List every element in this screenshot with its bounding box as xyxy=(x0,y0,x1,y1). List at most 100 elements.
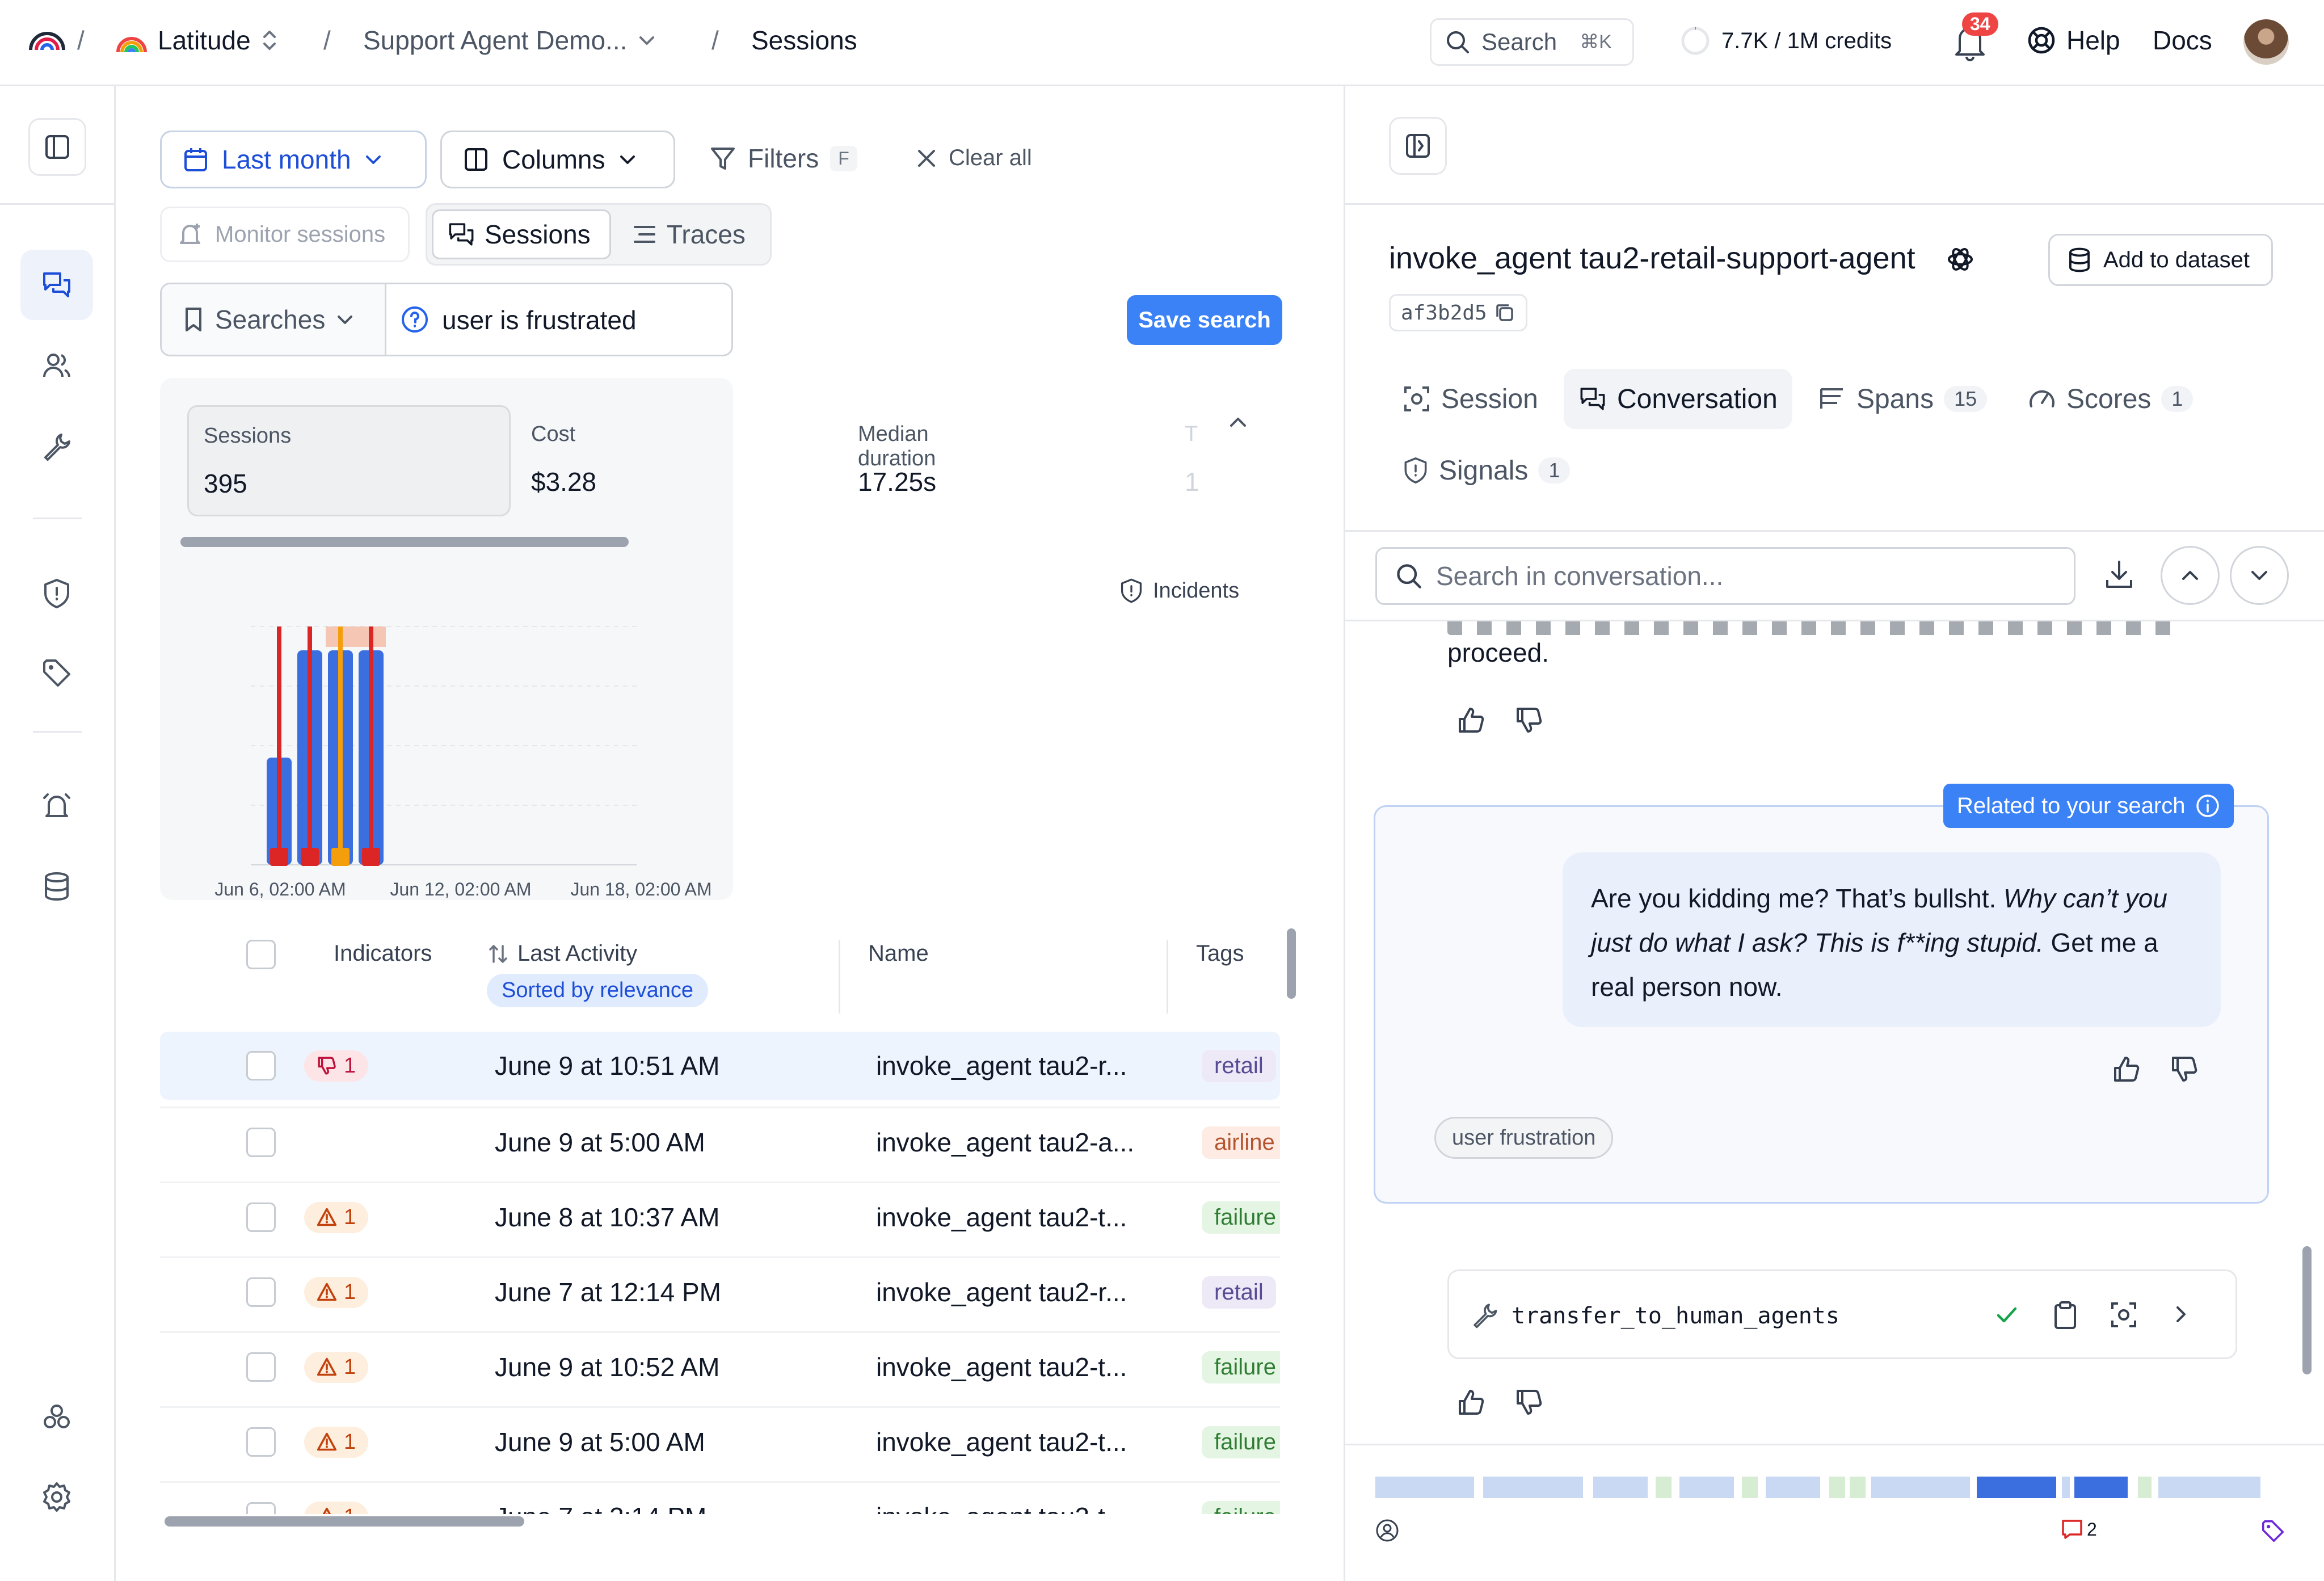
row-checkbox[interactable] xyxy=(246,1483,276,1514)
warning-triangle-icon xyxy=(317,1207,337,1227)
thumbs-down-icon[interactable] xyxy=(1514,1387,1544,1417)
row-checkbox[interactable] xyxy=(246,1333,276,1401)
openai-icon xyxy=(1944,243,1977,276)
indicator-count: 1 xyxy=(344,1053,356,1078)
row-checkbox[interactable] xyxy=(246,1032,276,1100)
clipboard-icon[interactable] xyxy=(2052,1301,2079,1330)
indicator-badge[interactable]: 1 xyxy=(304,1426,369,1458)
table-row[interactable]: 1 June 9 at 10:51 AM invoke_agent tau2-r..… xyxy=(160,1032,1280,1100)
thumbs-up-icon[interactable] xyxy=(1456,1387,1486,1417)
help-button[interactable]: Help xyxy=(2027,25,2120,56)
tag-badge[interactable]: failure xyxy=(1202,1201,1280,1234)
wrench-icon xyxy=(1471,1301,1499,1329)
annotation-tag[interactable]: user frustration xyxy=(1434,1117,1614,1159)
table-row[interactable]: 1 June 7 at 2:14 PM invoke_agent tau2-t...… xyxy=(160,1481,1280,1514)
table-row[interactable]: 1 June 8 at 10:37 AM invoke_agent tau2-t..… xyxy=(160,1181,1280,1250)
detail-header-divider xyxy=(1345,203,2324,205)
row-checkbox[interactable] xyxy=(246,1108,276,1176)
indicator-badge[interactable]: 1 xyxy=(304,1276,369,1308)
avatar[interactable] xyxy=(2243,19,2289,65)
conversation-scrollbar[interactable] xyxy=(2302,1246,2312,1374)
add-to-dataset-button[interactable]: Add to dataset xyxy=(2048,234,2273,286)
tag-badge[interactable]: failure xyxy=(1202,1351,1280,1384)
table-row[interactable]: 1 June 9 at 10:52 AM invoke_agent tau2-t..… xyxy=(160,1331,1280,1399)
previous-match-button[interactable] xyxy=(2161,546,2220,605)
chevron-right-icon[interactable] xyxy=(2170,1303,2192,1326)
table-row[interactable]: June 9 at 5:00 AM invoke_agent tau2-a... a… xyxy=(160,1107,1280,1175)
tool-call-card[interactable]: transfer_to_human_agents xyxy=(1447,1269,2237,1359)
global-search[interactable]: Search ⌘K xyxy=(1430,18,1634,66)
tag-badge[interactable]: airline xyxy=(1202,1126,1280,1159)
row-checkbox[interactable] xyxy=(246,1258,276,1326)
add-to-dataset-label: Add to dataset xyxy=(2103,247,2250,272)
collapse-detail-button[interactable] xyxy=(1389,117,1447,175)
thumbs-down-icon[interactable] xyxy=(2170,1054,2199,1084)
warning-triangle-icon xyxy=(317,1432,337,1452)
name-cell: invoke_agent tau2-r... xyxy=(876,1277,1127,1307)
shield-alert-icon xyxy=(1403,456,1429,485)
chat-bubbles-icon xyxy=(1578,385,1607,413)
conversation-timeline[interactable] xyxy=(1375,1477,2277,1498)
indicator-badge[interactable]: 1 xyxy=(304,1050,369,1082)
thumbs-down-icon[interactable] xyxy=(1514,705,1544,735)
credits-progress-icon xyxy=(1679,25,1711,57)
tags-cell: failure xyxy=(1202,1483,1280,1514)
timeline-divider xyxy=(1345,1444,2324,1445)
table-row[interactable]: 1 June 7 at 12:14 PM invoke_agent tau2-r..… xyxy=(160,1256,1280,1324)
tabs-divider xyxy=(1345,530,2324,532)
last-activity-cell: June 9 at 5:00 AM xyxy=(495,1128,705,1157)
tab-scores[interactable]: Scores 1 xyxy=(2013,369,2208,429)
indicator-count: 1 xyxy=(344,1355,356,1379)
chevron-down-icon xyxy=(2248,564,2271,587)
clipped-message-line xyxy=(1447,621,2185,637)
indicator-badge[interactable]: 1 xyxy=(304,1201,369,1233)
copy-icon xyxy=(1494,302,1515,323)
search-icon xyxy=(1445,30,1470,54)
tag-badge[interactable]: retail xyxy=(1202,1049,1276,1082)
tags-cell: failure xyxy=(1202,1183,1280,1251)
download-icon[interactable] xyxy=(2103,558,2136,591)
tab-spans[interactable]: Spans 15 xyxy=(1803,369,2002,429)
trace-id-badge[interactable]: af3b2d5 xyxy=(1389,294,1527,331)
comments-indicator[interactable]: 2 xyxy=(2061,1519,2097,1540)
comment-icon xyxy=(2061,1519,2083,1540)
table-horizontal-scrollbar[interactable] xyxy=(165,1516,524,1527)
database-icon xyxy=(2067,246,2092,274)
tab-session-label: Session xyxy=(1441,384,1538,414)
row-checkbox[interactable] xyxy=(246,1183,276,1251)
tab-session[interactable]: Session xyxy=(1388,369,1553,429)
tab-signals-label: Signals xyxy=(1439,455,1529,486)
tag-badge[interactable]: failure xyxy=(1202,1426,1280,1458)
scan-icon[interactable] xyxy=(2110,1301,2138,1329)
related-search-label[interactable]: Related to your search xyxy=(1943,784,2234,828)
tab-signals[interactable]: Signals 1 xyxy=(1388,440,1585,501)
user-message-bubble: Are you kidding me? That’s bullsht. Why … xyxy=(1563,852,2221,1027)
docs-link[interactable]: Docs xyxy=(2153,25,2212,56)
last-activity-cell: June 9 at 5:00 AM xyxy=(495,1427,705,1457)
user-icon[interactable] xyxy=(1375,1519,1399,1542)
indicator-badge[interactable]: 1 xyxy=(304,1501,369,1515)
thumbs-up-icon[interactable] xyxy=(1456,705,1486,735)
tab-conversation-label: Conversation xyxy=(1617,384,1778,414)
row-checkbox[interactable] xyxy=(246,1408,276,1476)
table-row[interactable]: 1 June 9 at 5:00 AM invoke_agent tau2-t...… xyxy=(160,1406,1280,1474)
name-cell: invoke_agent tau2-a... xyxy=(876,1128,1135,1157)
indicator-count: 1 xyxy=(344,1505,356,1515)
comment-count: 2 xyxy=(2087,1519,2097,1540)
credits-indicator[interactable]: 7.7K / 1M credits xyxy=(1679,25,1892,57)
tag-badge[interactable]: failure xyxy=(1202,1500,1280,1514)
indicator-badge[interactable]: 1 xyxy=(304,1351,369,1383)
tag-icon[interactable] xyxy=(2260,1519,2285,1544)
next-match-button[interactable] xyxy=(2230,546,2289,605)
warning-triangle-icon xyxy=(317,1357,337,1377)
table-body: 1 June 9 at 10:51 AM invoke_agent tau2-r..… xyxy=(0,0,1344,1514)
conversation-search-input[interactable]: Search in conversation... xyxy=(1375,547,2075,605)
name-cell: invoke_agent tau2-t... xyxy=(876,1202,1127,1232)
last-activity-cell: June 8 at 10:37 AM xyxy=(495,1202,720,1232)
thumbs-up-icon[interactable] xyxy=(2112,1054,2141,1084)
tab-conversation[interactable]: Conversation xyxy=(1564,369,1792,429)
tag-badge[interactable]: retail xyxy=(1202,1276,1276,1309)
tab-spans-label: Spans xyxy=(1856,384,1934,414)
last-activity-cell: June 7 at 2:14 PM xyxy=(495,1483,706,1514)
indicator-cell: 1 xyxy=(304,1183,369,1251)
